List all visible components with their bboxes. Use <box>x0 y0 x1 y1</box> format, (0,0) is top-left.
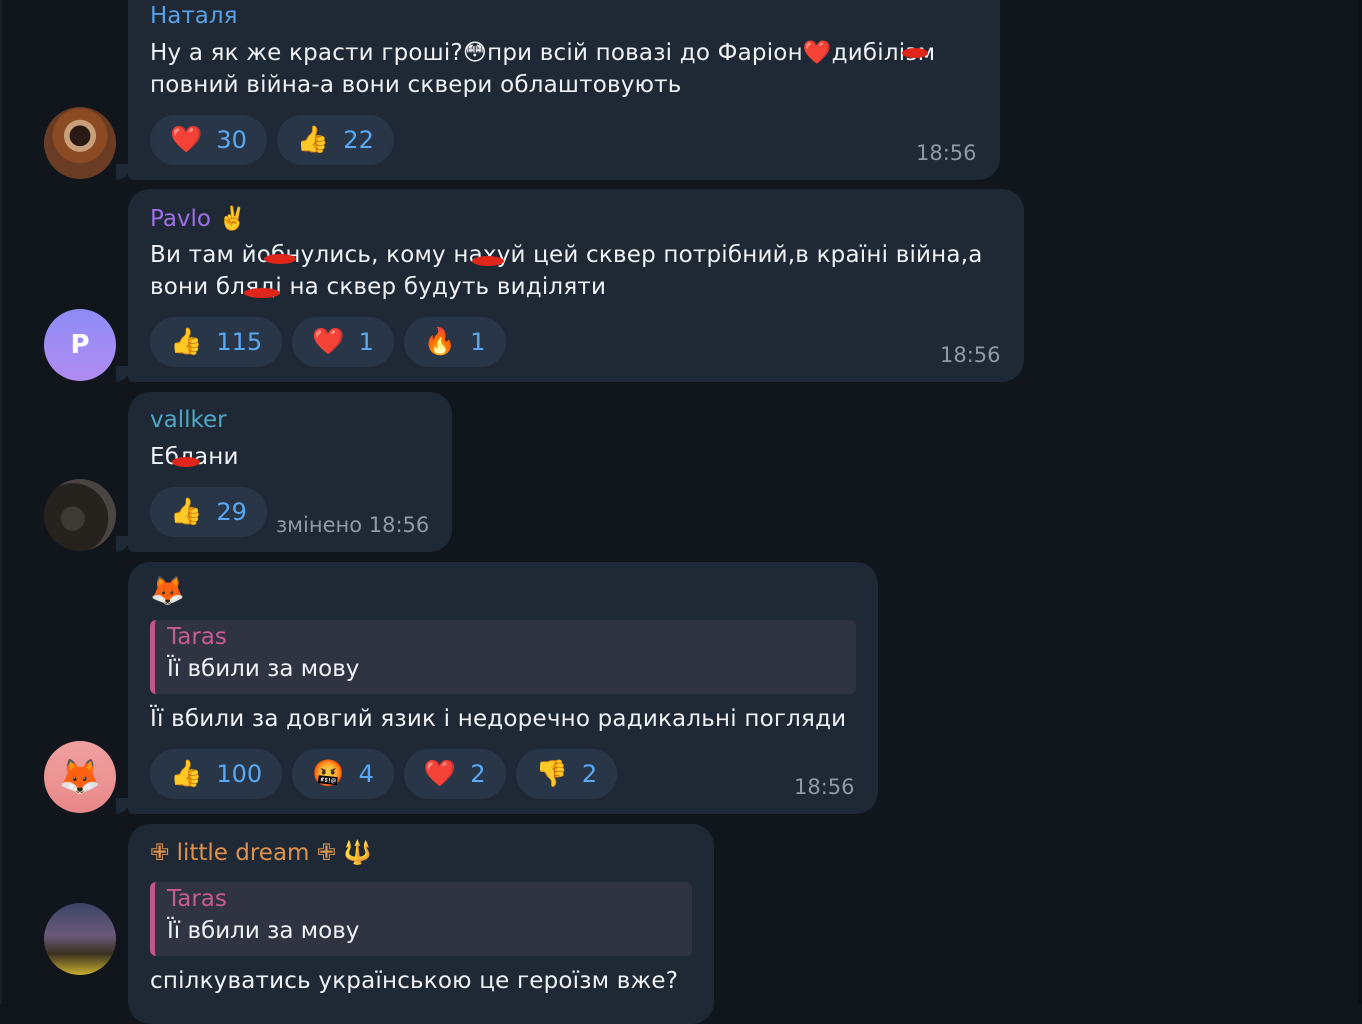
message-author[interactable]: Pavlo ✌️ <box>150 205 247 232</box>
user-avatar[interactable] <box>44 903 116 975</box>
reactions-row: 👍 115 ❤️ 1 🔥 1 <box>150 317 506 367</box>
message-time: змінено 18:56 <box>276 513 430 537</box>
user-avatar[interactable]: 🦊 <box>44 741 116 813</box>
reaction-heart[interactable]: ❤️ 1 <box>292 317 394 367</box>
reaction-heart[interactable]: ❤️ 30 <box>150 115 267 165</box>
reactions-row: 👍 100 🤬 4 ❤️ 2 👎 2 <box>150 749 618 799</box>
victory-hand-icon: ✌️ <box>218 206 247 232</box>
message-text: Ну а як же красти гроші?😳при всій повазі… <box>150 40 936 66</box>
reactions-row: 👍 29 <box>150 487 267 537</box>
redaction-mark <box>172 457 200 467</box>
message-text: Її вбили за довгий язик і недоречно ради… <box>150 706 847 732</box>
message-author[interactable]: ✙ little dream ✙ 🔱 <box>150 839 372 866</box>
left-divider <box>0 0 2 1004</box>
message-author[interactable]: 🦊 <box>150 574 185 607</box>
reaction-thumbs-down[interactable]: 👎 2 <box>515 749 618 799</box>
user-avatar[interactable]: P <box>44 309 116 381</box>
message-text: повний війна-а вони сквери облаштовують <box>150 72 682 98</box>
message-text: спілкуватись українською це героїзм вже? <box>150 968 679 994</box>
user-avatar[interactable] <box>44 479 116 551</box>
redaction-mark <box>244 288 280 298</box>
trident-icon: 🔱 <box>343 840 372 866</box>
redaction-mark <box>902 48 928 58</box>
message-text: вони блядi на сквер будуть виділяти <box>150 274 607 300</box>
message-author[interactable]: vallker <box>150 407 227 433</box>
reaction-thumbs-up[interactable]: 👍 29 <box>150 487 267 537</box>
quote-text: Її вбили за мову <box>167 918 360 944</box>
reaction-heart[interactable]: ❤️ 2 <box>403 749 506 799</box>
reaction-thumbs-up[interactable]: 👍 22 <box>276 115 394 165</box>
redaction-mark <box>264 254 296 264</box>
reaction-fire[interactable]: 🔥 1 <box>403 317 506 367</box>
avatar-letter: P <box>70 330 90 360</box>
scrollbar-track[interactable] <box>1358 0 1362 1004</box>
message-author[interactable]: Наталя <box>150 3 237 29</box>
message-time: 18:56 <box>794 775 855 799</box>
redaction-mark <box>472 256 504 266</box>
reaction-cursing-face[interactable]: 🤬 4 <box>292 749 394 799</box>
quote-author: Taras <box>167 624 227 650</box>
user-avatar[interactable] <box>44 107 116 179</box>
reaction-thumbs-up[interactable]: 👍 100 <box>150 749 283 799</box>
fox-icon: 🦊 <box>58 757 102 797</box>
quote-text: Її вбили за мову <box>167 656 360 682</box>
reaction-thumbs-up[interactable]: 👍 115 <box>150 317 283 367</box>
reactions-row: ❤️ 30 👍 22 <box>150 115 394 165</box>
reply-quote[interactable]: Taras Її вбили за мову <box>150 882 692 956</box>
message-time: 18:56 <box>940 343 1001 367</box>
reply-quote[interactable]: Taras Її вбили за мову <box>150 620 856 694</box>
quote-author: Taras <box>167 886 227 912</box>
message-time: 18:56 <box>916 141 977 165</box>
